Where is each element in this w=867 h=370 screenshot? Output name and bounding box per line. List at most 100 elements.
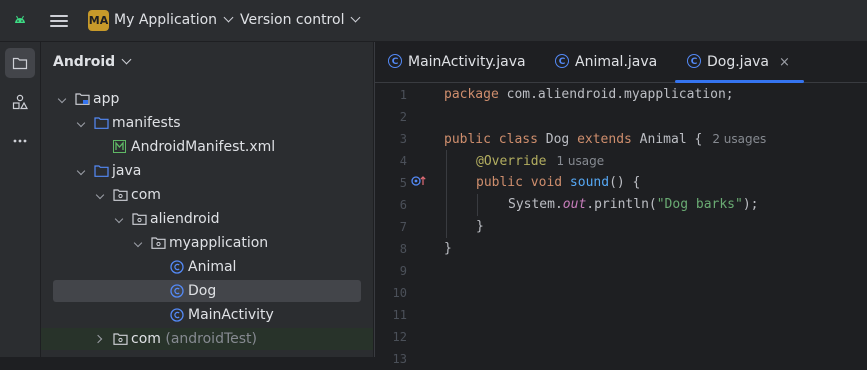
code-token: ); bbox=[742, 197, 759, 212]
project-badge[interactable]: MA bbox=[88, 10, 109, 31]
usages-hint[interactable]: 2 usages bbox=[712, 132, 766, 146]
tree-item-manifests[interactable]: manifests bbox=[53, 112, 361, 134]
overrides-method-icon[interactable] bbox=[411, 175, 427, 187]
shapes-icon bbox=[12, 94, 28, 110]
project-view-selector[interactable]: Android bbox=[53, 54, 132, 70]
tree-item-app[interactable]: app bbox=[53, 88, 361, 110]
tab-animal[interactable]: C Animal.java bbox=[555, 42, 657, 82]
tree-item-label: com bbox=[131, 187, 161, 203]
line-number: 9 bbox=[399, 264, 407, 278]
line-number: 4 bbox=[399, 154, 407, 168]
resource-manager-button[interactable] bbox=[5, 87, 35, 117]
code-line-8[interactable]: } bbox=[444, 238, 452, 260]
indent-guide bbox=[446, 150, 447, 238]
tree-item-aliendroid[interactable]: aliendroid bbox=[53, 208, 361, 230]
code-token: com.aliendroid.myapplication; bbox=[498, 87, 734, 102]
expand-arrow-icon[interactable] bbox=[95, 190, 105, 200]
tree-item-label: manifests bbox=[112, 115, 181, 131]
chevron-down-icon bbox=[351, 12, 361, 23]
tree-item-label: app bbox=[93, 91, 120, 107]
folder-icon bbox=[12, 57, 28, 70]
code-token: public class bbox=[444, 132, 538, 147]
class-icon bbox=[170, 284, 184, 298]
package-icon bbox=[113, 189, 128, 201]
code-line-1[interactable]: package com.aliendroid.myapplication; bbox=[444, 84, 734, 106]
tree-item-myapplication[interactable]: myapplication bbox=[53, 232, 361, 254]
chevron-down-icon bbox=[121, 54, 132, 65]
tab-dog[interactable]: C Dog.java × bbox=[675, 42, 804, 83]
version-control-menu[interactable]: Version control bbox=[240, 12, 361, 28]
expand-arrow-icon[interactable] bbox=[57, 94, 67, 104]
class-icon bbox=[170, 308, 184, 322]
code-editor: C MainActivity.java C Animal.java C Dog.jav… bbox=[374, 42, 867, 366]
expand-arrow-icon[interactable] bbox=[76, 166, 86, 176]
class-icon bbox=[170, 260, 184, 274]
android-logo-icon bbox=[15, 15, 25, 23]
tree-item-label: java bbox=[112, 163, 142, 179]
code-token: sound bbox=[562, 175, 610, 190]
manifest-file-icon bbox=[113, 140, 126, 153]
collapse-arrow-icon[interactable] bbox=[93, 334, 103, 344]
tree-item-android-manifest[interactable]: AndroidManifest.xml bbox=[53, 136, 361, 158]
expand-arrow-icon[interactable] bbox=[114, 214, 124, 224]
class-icon: C bbox=[388, 54, 402, 68]
line-number: 7 bbox=[399, 220, 407, 234]
code-line-3[interactable]: public class Dog extends Animal {2 usage… bbox=[444, 128, 766, 150]
tab-label: Animal.java bbox=[575, 54, 658, 70]
code-token: package bbox=[444, 87, 499, 102]
tree-item-java[interactable]: java bbox=[53, 160, 361, 182]
project-panel: Android app manifests AndroidManifest.xm… bbox=[41, 42, 373, 357]
class-icon: C bbox=[687, 54, 701, 68]
code-token: } bbox=[476, 219, 484, 234]
project-view-label: Android bbox=[53, 54, 116, 70]
tab-mainactivity[interactable]: C MainActivity.java bbox=[388, 42, 526, 82]
line-number: 10 bbox=[392, 286, 407, 300]
line-number: 6 bbox=[399, 198, 407, 212]
code-token: Dog bbox=[537, 132, 578, 147]
more-tools-button[interactable] bbox=[5, 126, 35, 156]
code-token: () { bbox=[609, 175, 641, 190]
code-token: @Override bbox=[476, 154, 547, 169]
tree-item-label: aliendroid bbox=[150, 211, 220, 227]
tab-label: MainActivity.java bbox=[408, 54, 526, 70]
more-icon bbox=[13, 139, 27, 143]
code-line-5[interactable]: public void sound() { bbox=[476, 172, 640, 194]
tree-item-label: myapplication bbox=[169, 235, 269, 251]
code-token: System. bbox=[508, 197, 563, 212]
package-icon bbox=[132, 213, 147, 225]
line-number: 13 bbox=[392, 352, 407, 366]
main-menu-icon[interactable] bbox=[50, 12, 68, 28]
project-tool-button[interactable] bbox=[5, 48, 35, 78]
tree-item-label: MainActivity bbox=[188, 307, 274, 323]
tree-item-com[interactable]: com bbox=[53, 184, 361, 206]
tree-item-mainactivity[interactable]: MainActivity bbox=[53, 304, 361, 326]
package-icon bbox=[151, 237, 166, 249]
tree-item-animal[interactable]: Animal bbox=[53, 256, 361, 278]
tool-window-strip bbox=[0, 42, 41, 357]
expand-arrow-icon[interactable] bbox=[76, 118, 86, 128]
vcs-label: Version control bbox=[240, 12, 345, 28]
code-token: } bbox=[444, 241, 452, 256]
tree-item-suffix: (androidTest) bbox=[165, 331, 257, 347]
line-number: 8 bbox=[399, 242, 407, 256]
code-line-4[interactable]: @Override 1 usage bbox=[476, 150, 604, 172]
module-folder-icon bbox=[75, 93, 90, 105]
editor-tabs: C MainActivity.java C Animal.java C Dog.jav… bbox=[375, 42, 867, 83]
code-token: extends bbox=[577, 132, 632, 147]
tree-item-name: com bbox=[131, 331, 161, 347]
line-number: 1 bbox=[399, 88, 407, 102]
line-number: 2 bbox=[399, 110, 407, 124]
class-icon: C bbox=[555, 54, 569, 68]
tree-item-dog[interactable]: Dog bbox=[53, 280, 361, 302]
code-line-6[interactable]: System.out.println("Dog barks"); bbox=[508, 194, 758, 216]
tree-item-label: Dog bbox=[188, 283, 217, 299]
expand-arrow-icon[interactable] bbox=[133, 238, 143, 248]
tree-item-label: com (androidTest) bbox=[131, 328, 257, 350]
project-selector[interactable]: My Application bbox=[114, 12, 234, 28]
usages-hint[interactable]: 1 usage bbox=[556, 154, 604, 168]
code-line-7[interactable]: } bbox=[476, 216, 484, 238]
close-tab-icon[interactable]: × bbox=[779, 43, 790, 83]
tree-item-com-androidtest[interactable]: com (androidTest) bbox=[41, 328, 373, 350]
chevron-down-icon bbox=[223, 12, 234, 23]
line-number: 3 bbox=[399, 132, 407, 146]
